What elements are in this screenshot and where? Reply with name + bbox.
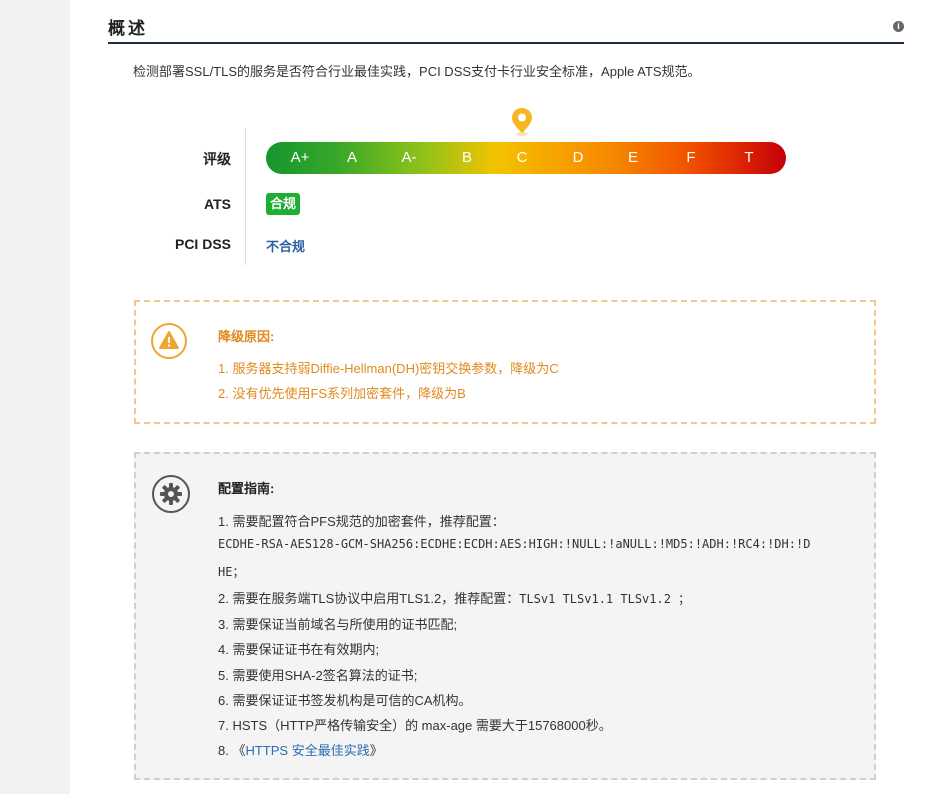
config-item-4: 4. 需要保证证书在有效期内; [218, 642, 380, 657]
overview-description: 检测部署SSL/TLS的服务是否符合行业最佳实践，PCI DSS支付卡行业安全标… [133, 64, 701, 79]
rating-label: 评级 [203, 151, 231, 167]
gear-icon [152, 475, 190, 513]
cipher-suite-line-1: ECDHE-RSA-AES128-GCM-SHA256:ECDHE:ECDH:A… [218, 537, 811, 551]
info-icon[interactable]: i [893, 21, 904, 32]
section-header: 概述 i [108, 0, 904, 44]
grade-a: A [346, 149, 357, 166]
config-item-5: 5. 需要使用SHA-2签名算法的证书; [218, 668, 418, 683]
section-title: 概述 [108, 19, 148, 38]
https-best-practice-link[interactable]: HTTPS 安全最佳实践 [245, 743, 369, 758]
config-item-6: 6. 需要保证证书签发机构是可信的CA机构。 [218, 693, 472, 708]
tls-protocol-config: TLSv1 TLSv1.1 TLSv1.2 ； [519, 592, 691, 606]
pci-dss-status: 不合规 [266, 239, 306, 254]
ats-label: ATS [204, 196, 231, 212]
config-item-2-text: 2. 需要在服务端TLS协议中启用TLS1.2，推荐配置： [218, 591, 520, 606]
downgrade-reason-2: 2. 没有优先使用FS系列加密套件，降级为B [218, 386, 466, 401]
cipher-suite-line-2: HE； [218, 565, 245, 579]
config-item-7: 7. HSTS（HTTP严格传输安全）的 max-age 需要大于1576800… [218, 718, 612, 733]
grade-f: F [686, 149, 696, 166]
grade-a-plus: A+ [290, 149, 310, 166]
downgrade-title: 降级原因: [218, 329, 275, 344]
downgrade-reason-1: 1. 服务器支持弱Diffie-Hellman(DH)密钥交换参数，降级为C [218, 361, 559, 376]
grade-d: D [572, 149, 584, 166]
divider [245, 128, 246, 265]
config-item-3: 3. 需要保证当前域名与所使用的证书匹配; [218, 617, 458, 632]
downgrade-reasons-box: 降级原因: 1. 服务器支持弱Diffie-Hellman(DH)密钥交换参数，… [134, 300, 876, 424]
map-pin-icon [512, 108, 532, 136]
config-item-8: 8. 《HTTPS 安全最佳实践》 [218, 740, 383, 759]
pci-dss-label: PCI DSS [174, 236, 231, 252]
grade-a-minus: A- [401, 149, 417, 166]
config-guide-box: 配置指南: 1. 需要配置符合PFS规范的加密套件，推荐配置： ECDHE-RS… [134, 452, 876, 780]
grade-scale-bar: A+ A A- B C D E F T [266, 142, 786, 174]
config-item-1: 1. 需要配置符合PFS规范的加密套件，推荐配置： [218, 514, 505, 529]
grade-c: C [516, 149, 528, 166]
grade-b: B [461, 149, 472, 166]
ats-status-badge: 合规 [266, 193, 301, 215]
warning-icon [151, 323, 187, 359]
config-item-8-prefix: 8. 《 [218, 743, 246, 758]
config-item-8-suffix: 》 [369, 743, 383, 758]
grade-t: T [744, 149, 754, 166]
config-item-2: 2. 需要在服务端TLS协议中启用TLS1.2，推荐配置：TLSv1 TLSv1… [218, 588, 690, 607]
config-guide-title: 配置指南: [218, 481, 275, 496]
grade-e: E [627, 149, 638, 166]
